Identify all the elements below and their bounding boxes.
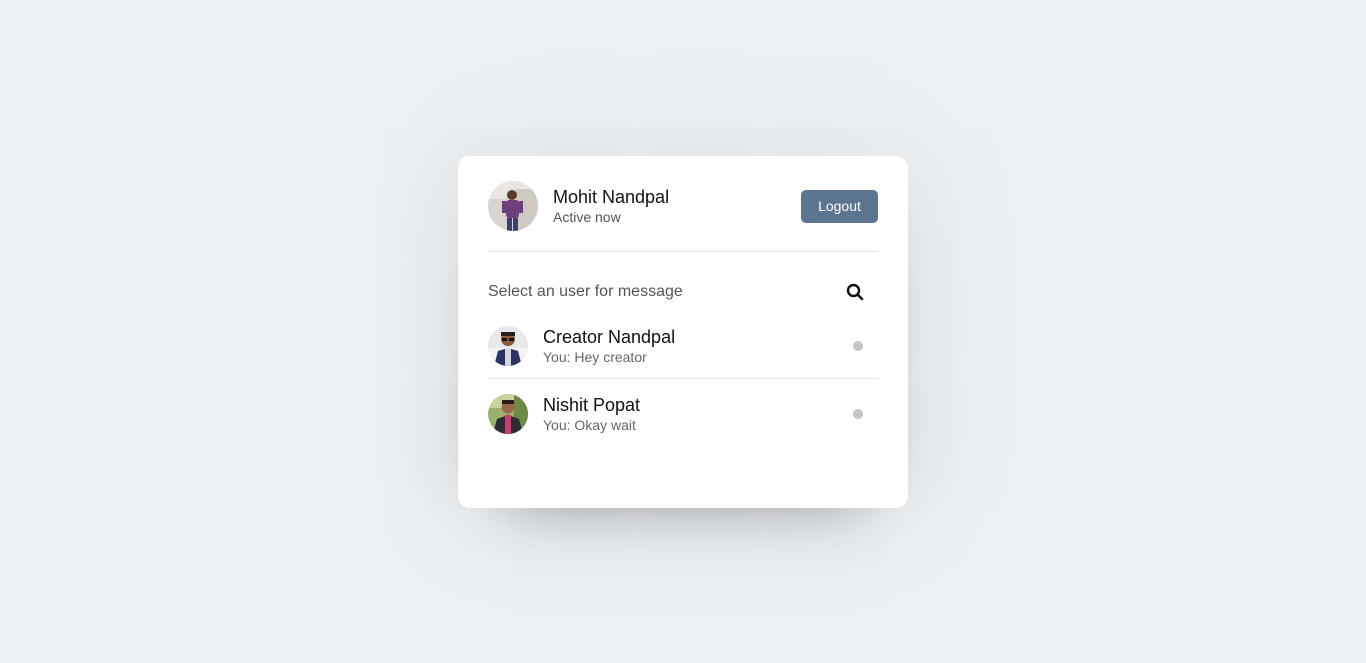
user-item-nishit-popat[interactable]: Nishit Popat You: Okay wait bbox=[488, 379, 878, 446]
user-avatar bbox=[488, 326, 528, 366]
current-user-avatar bbox=[488, 181, 538, 231]
user-name: Nishit Popat bbox=[543, 395, 641, 415]
user-name: Creator Nandpal bbox=[543, 327, 676, 347]
user-status-dot bbox=[853, 341, 863, 351]
user-last-message: You: Okay wait bbox=[543, 417, 636, 433]
logout-button[interactable]: Logout bbox=[801, 189, 878, 223]
current-user-status: Active now bbox=[553, 209, 621, 225]
current-user-details: Mohit Nandpal Active now bbox=[553, 186, 669, 226]
user-details: Nishit Popat You: Okay wait bbox=[543, 394, 640, 434]
current-user-info: Mohit Nandpal Active now bbox=[488, 181, 669, 231]
user-item-content: Nishit Popat You: Okay wait bbox=[488, 394, 640, 434]
user-details: Creator Nandpal You: Hey creator bbox=[543, 326, 675, 366]
current-user-name: Mohit Nandpal bbox=[553, 187, 670, 207]
current-user-header: Mohit Nandpal Active now Logout bbox=[488, 181, 878, 252]
user-search-bar: Select an user for message bbox=[488, 272, 878, 312]
user-item-content: Creator Nandpal You: Hey creator bbox=[488, 326, 675, 366]
user-status-dot bbox=[853, 409, 863, 419]
search-icon bbox=[846, 283, 863, 301]
chat-users-panel: Mohit Nandpal Active now Logout Select a… bbox=[458, 156, 908, 508]
user-last-message: You: Hey creator bbox=[543, 349, 647, 365]
search-button[interactable] bbox=[831, 272, 878, 312]
user-item-creator-nandpal[interactable]: Creator Nandpal You: Hey creator bbox=[488, 318, 878, 379]
user-avatar bbox=[488, 394, 528, 434]
users-list: Creator Nandpal You: Hey creator Nishit … bbox=[488, 318, 878, 446]
search-prompt-text: Select an user for message bbox=[488, 283, 683, 300]
